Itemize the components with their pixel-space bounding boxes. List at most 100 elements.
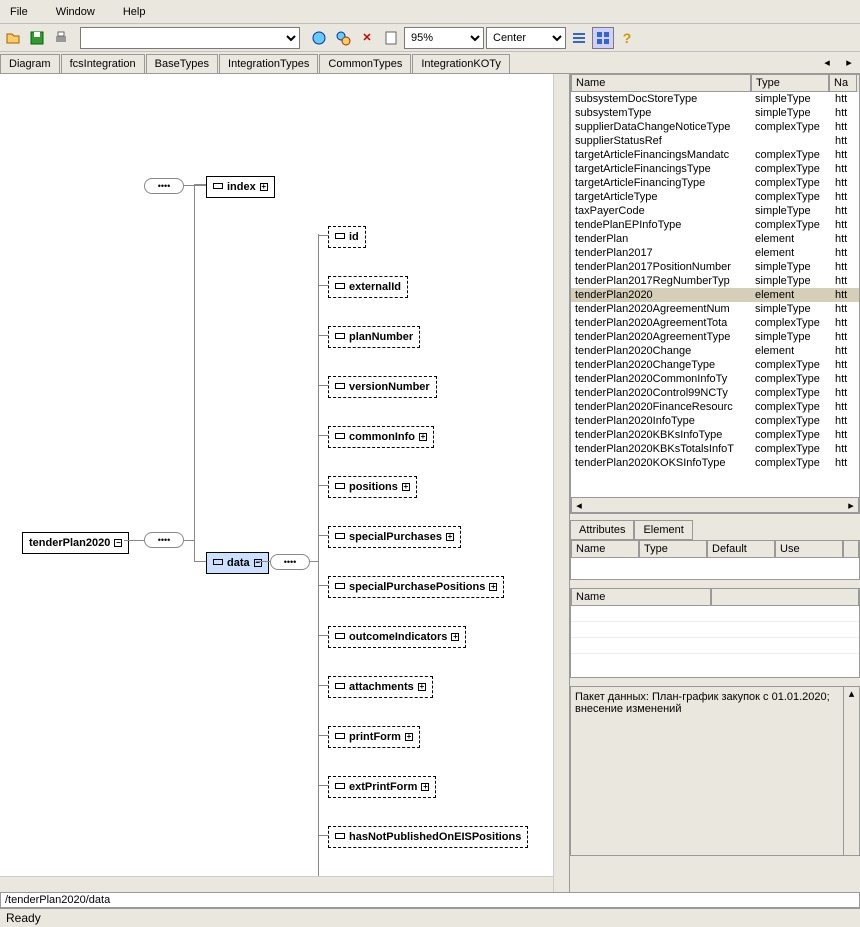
type-row[interactable]: tenderPlan2020Control99NCTycomplexTypeht… [571,386,859,400]
type-row[interactable]: supplierStatusRefhtt [571,134,859,148]
attr-col-type[interactable]: Type [639,541,707,558]
node-root[interactable]: tenderPlan2020− [22,532,129,554]
type-row[interactable]: tenderPlan2020elementhtt [571,288,859,302]
node-specialPurchasePositions[interactable]: specialPurchasePositions+ [328,576,504,598]
node-printForm[interactable]: printForm+ [328,726,420,748]
tab-fcs[interactable]: fcsIntegration [61,54,145,73]
type-row[interactable]: targetArticleFinancingsTypecomplexTypeht… [571,162,859,176]
node-specialPurchases[interactable]: specialPurchases+ [328,526,461,548]
type-row[interactable]: tenderPlan2020AgreementNumsimpleTypehtt [571,302,859,316]
type-row[interactable]: subsystemTypesimpleTypehtt [571,106,859,120]
node-commonInfo[interactable]: commonInfo+ [328,426,434,448]
attr-col-use[interactable]: Use [775,541,843,558]
node-index[interactable]: index+ [206,176,275,198]
type-row[interactable]: tenderPlan2020AgreementTotacomplexTypeht… [571,316,859,330]
node-data[interactable]: data− [206,552,269,574]
type-row[interactable]: targetArticleFinancingTypecomplexTypehtt [571,176,859,190]
menu-window[interactable]: Window [50,4,101,20]
type-row[interactable]: tenderPlan2020KBKsTotalsInfoTcomplexType… [571,442,859,456]
node-extPrintForm[interactable]: extPrintForm+ [328,776,436,798]
expand-icon[interactable]: + [446,533,454,541]
h-scrollbar[interactable]: ◂▸ [571,497,859,513]
type-row[interactable]: targetArticleFinancingsMandatccomplexTyp… [571,148,859,162]
type-row[interactable]: tenderPlan2020Changeelementhtt [571,344,859,358]
type-row[interactable]: tenderPlan2020KBKsInfoTypecomplexTypehtt [571,428,859,442]
node-externalId[interactable]: externalId [328,276,408,298]
node-planNumber[interactable]: planNumber [328,326,420,348]
open-icon[interactable] [2,27,24,49]
tab-scroll-right-icon[interactable]: ▸ [838,51,860,73]
col-name[interactable]: Name [571,75,751,92]
menu-help[interactable]: Help [117,4,152,20]
scrollbar-v[interactable] [553,74,569,892]
globe-icon[interactable] [308,27,330,49]
node-attachments[interactable]: attachments+ [328,676,433,698]
description-text: Пакет данных: План-график закупок с 01.0… [575,691,830,715]
type-row[interactable]: tendePlanEPInfoTypecomplexTypehtt [571,218,859,232]
doc-icon[interactable] [380,27,402,49]
type-row[interactable]: tenderPlan2020KOKSInfoTypecomplexTypehtt [571,456,859,470]
sequence-connector-3[interactable]: •••• [270,554,310,570]
type-row[interactable]: tenderPlan2020FinanceResourccomplexTypeh… [571,400,859,414]
toolbar: ✕ 95% Center ? [0,24,860,52]
col-ns[interactable]: Na [829,75,857,92]
description-box: Пакет данных: План-график закупок с 01.0… [570,686,860,856]
node-versionNumber[interactable]: versionNumber [328,376,437,398]
expand-icon[interactable]: + [405,733,413,741]
zoom-combo[interactable]: 95% [404,27,484,49]
desc-scrollbar[interactable]: ▴ [843,687,859,855]
node-outcomeIndicators[interactable]: outcomeIndicators+ [328,626,466,648]
globes-icon[interactable] [332,27,354,49]
scrollbar-h[interactable] [0,876,553,892]
expand-icon[interactable]: + [451,633,459,641]
types-table: Name Type Na subsystemDocStoreTypesimple… [570,74,860,514]
schema-combo[interactable] [80,27,300,49]
node-id[interactable]: id [328,226,366,248]
type-row[interactable]: tenderPlan2017RegNumberTypsimpleTypehtt [571,274,859,288]
menu-file[interactable]: File [4,4,34,20]
attr-col-default[interactable]: Default [707,541,775,558]
expand-icon[interactable]: + [419,433,427,441]
expand-icon[interactable]: + [260,183,268,191]
tab-int[interactable]: IntegrationTypes [219,54,318,73]
col-type[interactable]: Type [751,75,829,92]
type-row[interactable]: tenderPlan2017elementhtt [571,246,859,260]
type-row[interactable]: targetArticleTypecomplexTypehtt [571,190,859,204]
tab-diagram[interactable]: Diagram [0,54,60,73]
sequence-connector-2[interactable]: •••• [144,178,184,194]
doc-tabs: Diagram fcsIntegration BaseTypes Integra… [0,52,860,74]
grid-view-icon[interactable] [592,27,614,49]
delete-icon[interactable]: ✕ [356,27,378,49]
type-row[interactable]: supplierDataChangeNoticeTypecomplexTypeh… [571,120,859,134]
diagram-canvas[interactable]: tenderPlan2020− •••• •••• index+ data− •… [0,74,570,892]
expand-icon[interactable]: + [421,783,429,791]
type-row[interactable]: tenderPlanelementhtt [571,232,859,246]
tab-scroll-left-icon[interactable]: ◂ [816,51,838,73]
tab-ko[interactable]: IntegrationKOTy [412,54,510,73]
type-row[interactable]: tenderPlan2020AgreementTypesimpleTypehtt [571,330,859,344]
tab-attributes[interactable]: Attributes [570,520,634,540]
tab-common[interactable]: CommonTypes [319,54,411,73]
type-row[interactable]: subsystemDocStoreTypesimpleTypehtt [571,92,859,106]
tab-element[interactable]: Element [634,520,692,540]
type-row[interactable]: tenderPlan2017PositionNumbersimpleTypeht… [571,260,859,274]
print-icon[interactable] [50,27,72,49]
collapse-icon[interactable]: − [114,539,122,547]
type-row[interactable]: tenderPlan2020ChangeTypecomplexTypehtt [571,358,859,372]
sequence-connector[interactable]: •••• [144,532,184,548]
expand-icon[interactable]: + [402,483,410,491]
node-positions[interactable]: positions+ [328,476,417,498]
lower-col-name[interactable]: Name [571,589,711,606]
expand-icon[interactable]: + [418,683,426,691]
node-hasNotPublishedOnEISPositions[interactable]: hasNotPublishedOnEISPositions [328,826,528,848]
tab-base[interactable]: BaseTypes [146,54,218,73]
type-row[interactable]: tenderPlan2020InfoTypecomplexTypehtt [571,414,859,428]
type-row[interactable]: tenderPlan2020CommonInfoTycomplexTypehtt [571,372,859,386]
help-icon[interactable]: ? [616,27,638,49]
expand-icon[interactable]: + [489,583,497,591]
attr-col-name[interactable]: Name [571,541,639,558]
align-combo[interactable]: Center [486,27,566,49]
type-row[interactable]: taxPayerCodesimpleTypehtt [571,204,859,218]
save-icon[interactable] [26,27,48,49]
list-view-icon[interactable] [568,27,590,49]
